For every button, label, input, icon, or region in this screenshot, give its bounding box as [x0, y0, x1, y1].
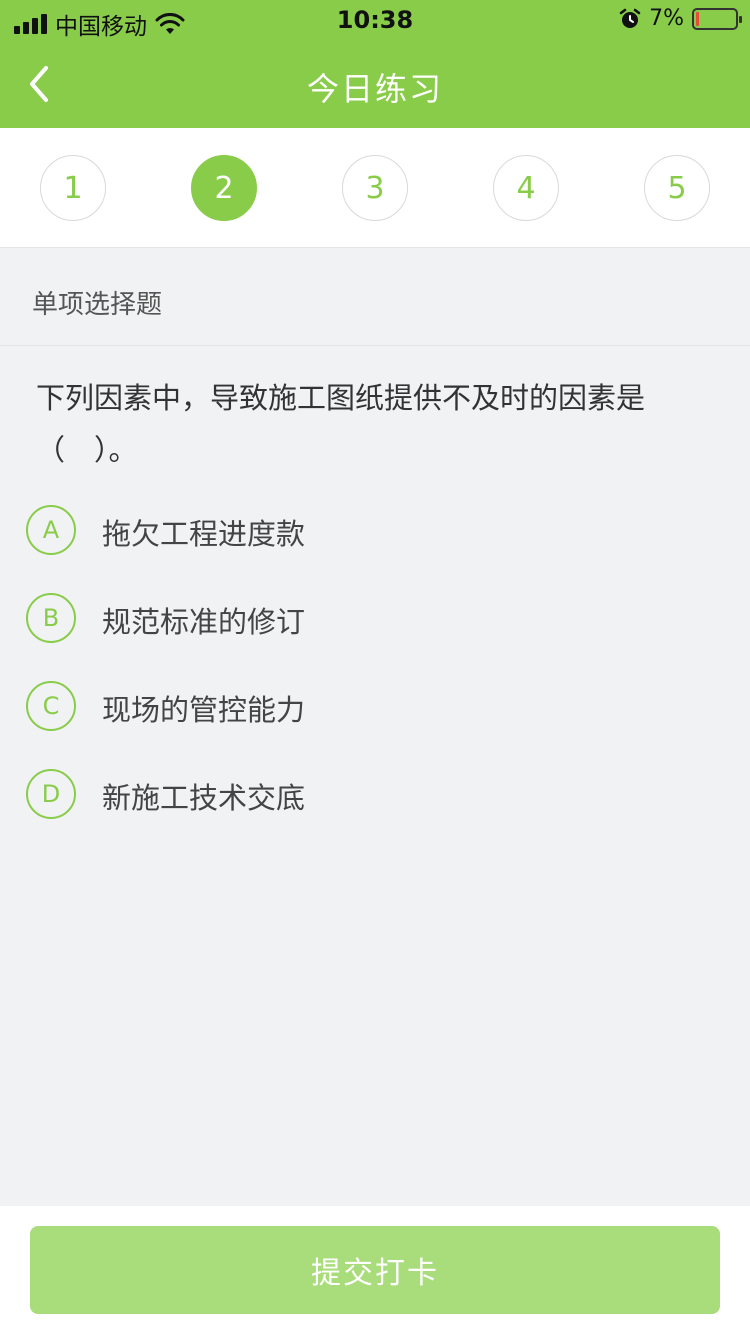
step-1[interactable]: 1: [40, 155, 106, 221]
step-5[interactable]: 5: [644, 155, 710, 221]
option-c[interactable]: C 现场的管控能力: [26, 681, 526, 733]
top-header: 中国移动 10:38 7% 今日练习: [0, 0, 750, 128]
page-title: 今日练习: [306, 70, 443, 108]
question-text: 下列因素中，导致施工图纸提供不及时的因素是（ ）。: [36, 381, 646, 467]
question-step-nav: 1 2 3 4 5: [0, 128, 750, 248]
question-type-label: 单项选择题: [32, 290, 163, 320]
option-letter-badge: B: [26, 593, 76, 643]
battery-level-fill: [696, 11, 699, 26]
option-b[interactable]: B 规范标准的修订: [26, 593, 526, 645]
footer-bar: 提交打卡: [0, 1206, 750, 1334]
option-text: 拖欠工程进度款: [102, 517, 306, 551]
option-letter-badge: A: [26, 505, 76, 555]
question-type-bar: 单项选择题: [0, 248, 750, 346]
option-a[interactable]: A 拖欠工程进度款: [26, 505, 526, 557]
status-bar: 中国移动 10:38 7%: [0, 0, 750, 40]
status-right: 7%: [619, 6, 742, 31]
battery-icon: [692, 7, 742, 30]
option-letter-badge: C: [26, 681, 76, 731]
option-text: 规范标准的修订: [102, 605, 306, 639]
option-text: 新施工技术交底: [102, 781, 306, 815]
alarm-clock-icon: [619, 8, 641, 28]
option-d[interactable]: D 新施工技术交底: [26, 769, 526, 821]
option-text: 现场的管控能力: [102, 693, 306, 727]
step-4[interactable]: 4: [493, 155, 559, 221]
step-3[interactable]: 3: [342, 155, 408, 221]
battery-percent: 7%: [649, 6, 684, 31]
option-letter-badge: D: [26, 769, 76, 819]
submit-checkin-button[interactable]: 提交打卡: [30, 1226, 720, 1314]
step-2[interactable]: 2: [191, 155, 257, 221]
